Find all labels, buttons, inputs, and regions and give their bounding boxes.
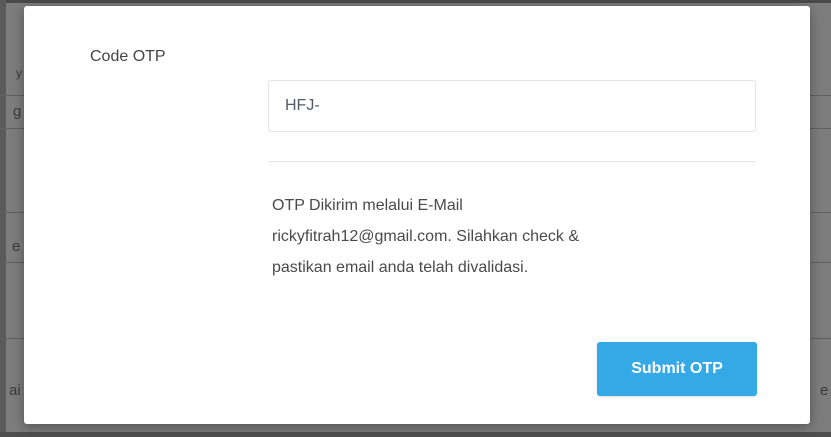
- otp-info-message: OTP Dikirim melalui E-Mail rickyfitrah12…: [272, 190, 762, 283]
- otp-code-label: Code OTP: [90, 48, 166, 65]
- otp-info-line: OTP Dikirim melalui E-Mail: [272, 197, 463, 214]
- background-text-fragment: g: [13, 103, 22, 120]
- background-text-fragment: ai: [9, 382, 21, 399]
- background-edge: [0, 0, 6, 437]
- background-edge: [0, 432, 831, 437]
- otp-info-line: pastikan email anda telah divalidasi.: [272, 259, 529, 276]
- submit-otp-button[interactable]: Submit OTP: [597, 342, 757, 396]
- background-edge: [0, 0, 831, 3]
- otp-modal: Code OTP OTP Dikirim melalui E-Mail rick…: [24, 6, 810, 424]
- otp-code-input[interactable]: [268, 80, 756, 132]
- otp-info-line: rickyfitrah12@gmail.com. Silahkan check …: [272, 228, 580, 245]
- background-text-fragment: e: [820, 382, 829, 399]
- background-text-fragment: y: [16, 66, 22, 80]
- background-text-fragment: e: [12, 238, 21, 255]
- divider: [268, 161, 756, 162]
